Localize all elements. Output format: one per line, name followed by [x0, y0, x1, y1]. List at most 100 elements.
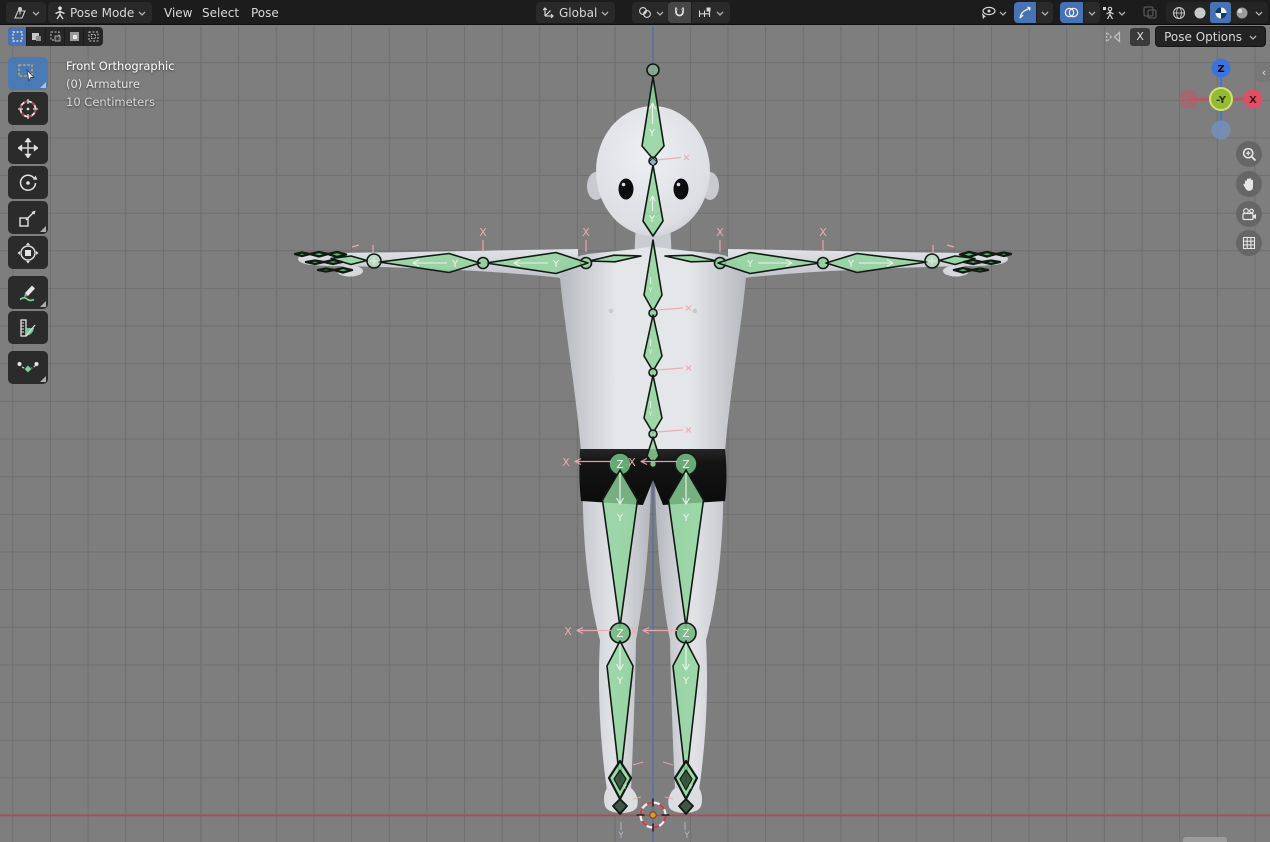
tool-move[interactable] — [8, 131, 48, 164]
tool-measure[interactable] — [8, 311, 48, 344]
select-mode-invert[interactable] — [65, 27, 84, 46]
snap-increment-icon — [698, 7, 712, 19]
gizmo-dropdown[interactable] — [1037, 2, 1053, 23]
svg-text:Y: Y — [451, 259, 459, 270]
tool-rotate[interactable] — [8, 166, 48, 199]
svg-text:Y: Y — [622, 783, 627, 791]
scale-icon — [18, 208, 38, 228]
viewport-canvas[interactable]: Y Y Y Y Y Y Y Y Y Y Y Y Y Y Y Z Z Z — [0, 0, 1270, 842]
svg-text:Y: Y — [648, 286, 653, 294]
gizmo-neg-z-ball[interactable] — [1212, 121, 1231, 140]
shading-rendered-button[interactable] — [1231, 2, 1252, 23]
svg-text:Y: Y — [648, 214, 656, 225]
xray-icon — [1142, 5, 1158, 20]
svg-text:Y: Y — [552, 259, 560, 270]
symmetry-button[interactable] — [1101, 27, 1125, 47]
zoom-button[interactable] — [1236, 141, 1262, 167]
orientation-label: Global — [559, 6, 597, 20]
editor-3d-viewport-icon — [12, 6, 28, 20]
editor-type-button[interactable] — [6, 2, 46, 23]
grid-scale: 10 Centimeters — [66, 93, 175, 111]
pose-display-dropdown[interactable] — [1102, 2, 1126, 23]
transform-orientation-dropdown[interactable]: Global — [536, 2, 615, 23]
header-bar: Pose Mode View Select Pose Global — [0, 0, 1270, 25]
view-name: Front Orthographic — [66, 57, 175, 75]
svg-text:Y: Y — [847, 259, 855, 270]
cursor-tool-icon — [17, 98, 39, 120]
svg-text:X: X — [819, 226, 827, 239]
measure-icon — [18, 318, 38, 338]
magnifier-icon — [1242, 147, 1257, 162]
svg-text:Z: Z — [616, 459, 623, 471]
ortho-grid-button[interactable] — [1236, 230, 1262, 256]
svg-text:Y: Y — [683, 831, 690, 841]
select-mode-intersect[interactable] — [84, 27, 103, 46]
gizmo-neg-y-label: -Y — [1216, 95, 1227, 106]
mirror-x-toggle[interactable]: X — [1130, 28, 1150, 46]
svg-text:Z: Z — [682, 628, 689, 640]
sidebar-toggle[interactable]: ‹ — [1256, 63, 1270, 82]
transform-icon — [17, 242, 39, 264]
pose-inbetween-icon — [17, 360, 39, 376]
select-mode-extend[interactable] — [27, 27, 46, 46]
shading-solid-button[interactable] — [1189, 2, 1210, 23]
tool-select-box[interactable] — [8, 57, 48, 90]
cursor-3d[interactable] — [637, 799, 670, 832]
svg-text:Z: Z — [616, 628, 623, 640]
select-mode-set[interactable] — [8, 27, 27, 46]
mode-label: Pose Mode — [70, 6, 134, 20]
svg-text:X: X — [628, 456, 636, 469]
wireframe-globe-icon — [1172, 6, 1186, 20]
svg-text:Y: Y — [616, 513, 624, 524]
xray-toggle[interactable] — [1142, 2, 1158, 23]
bottom-right-sliver — [1183, 837, 1227, 842]
pose-options-dropdown[interactable]: Pose Options — [1155, 26, 1266, 47]
svg-text:Y: Y — [648, 348, 653, 356]
svg-text:Y: Y — [616, 676, 624, 687]
pose-mode-icon — [54, 6, 66, 20]
overlays-dropdown[interactable] — [1084, 2, 1100, 23]
gizmos-group — [1014, 2, 1053, 23]
select-mode-subtract[interactable] — [46, 27, 65, 46]
shading-mode-group — [1166, 2, 1268, 23]
menu-select[interactable]: Select — [194, 2, 247, 23]
svg-text:X: X — [562, 456, 570, 469]
tool-scale[interactable] — [8, 201, 48, 234]
shading-material-button[interactable] — [1210, 2, 1231, 23]
tool-pose-breakdowner[interactable] — [8, 351, 48, 384]
gizmo-z-label: Z — [1217, 64, 1224, 75]
pivot-point-dropdown[interactable] — [632, 2, 670, 23]
camera-view-button[interactable] — [1236, 201, 1262, 227]
show-gizmo-toggle[interactable] — [1014, 2, 1036, 23]
armature-figure-icon — [1102, 6, 1116, 20]
rotate-icon — [18, 173, 38, 193]
tool-cursor[interactable] — [8, 92, 48, 125]
svg-text:Y: Y — [682, 513, 690, 524]
select-mode-group — [8, 27, 103, 46]
snap-toggle-button[interactable] — [668, 2, 691, 23]
svg-text:X: X — [479, 226, 487, 239]
camera-icon — [1241, 208, 1257, 221]
object-visibility-dropdown[interactable] — [980, 2, 1007, 23]
navigation-gizmo[interactable]: Z X -Y — [1176, 55, 1266, 145]
pivot-icon — [638, 6, 652, 19]
svg-text:Z: Z — [682, 459, 689, 471]
svg-text:X: X — [582, 226, 590, 239]
menu-pose[interactable]: Pose — [243, 2, 287, 23]
snap-settings-dropdown[interactable] — [692, 2, 730, 23]
overlays-group — [1060, 2, 1100, 23]
mode-dropdown[interactable]: Pose Mode — [48, 2, 152, 23]
gizmo-x-label: X — [1249, 95, 1257, 106]
tool-annotate[interactable] — [8, 276, 48, 309]
magnet-icon — [673, 6, 686, 19]
gizmo-neg-x-ball[interactable] — [1180, 90, 1199, 109]
tool-transform[interactable] — [8, 236, 48, 269]
grid-icon — [1242, 236, 1256, 250]
material-sphere-icon — [1214, 6, 1228, 20]
blender-window: Y Y Y Y Y Y Y Y Y Y Y Y Y Y Y Z Z Z — [0, 0, 1270, 842]
shading-wireframe-button[interactable] — [1168, 2, 1189, 23]
pan-button[interactable] — [1236, 171, 1262, 197]
select-box-icon — [18, 64, 38, 83]
show-overlays-toggle[interactable] — [1060, 2, 1083, 23]
symmetry-butterfly-icon — [1105, 30, 1121, 44]
